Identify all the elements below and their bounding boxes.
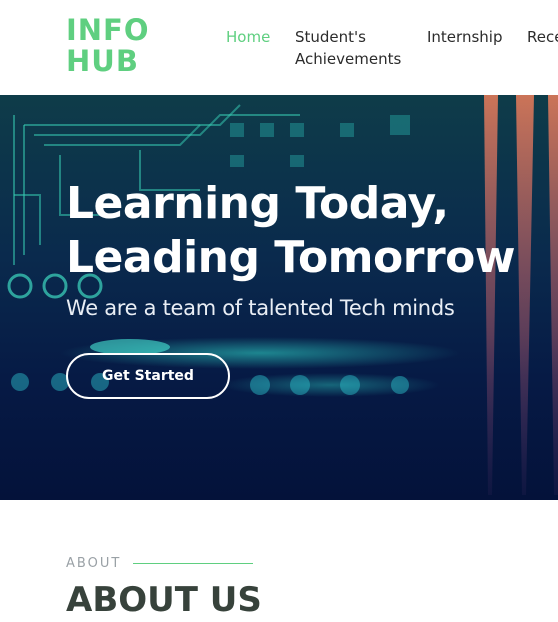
nav-students-achievements-line-1: Student's	[295, 28, 366, 46]
get-started-button[interactable]: Get Started	[66, 353, 230, 399]
nav-students-achievements-line-2: Achievements	[295, 50, 402, 68]
about-title: ABOUT US	[66, 580, 262, 620]
nav-students-achievements[interactable]: Student's Achievements	[295, 26, 401, 70]
hero-title-line-2: Leading Tomorrow	[66, 232, 516, 283]
nav-internship[interactable]: Internship	[427, 26, 502, 48]
nav-recent[interactable]: Rece	[527, 26, 558, 48]
site-header: INFO HUB Home Student's Achievements Int…	[0, 0, 558, 95]
about-section-label: ABOUT	[66, 556, 122, 571]
hero-title-line-1: Learning Today,	[66, 178, 449, 229]
nav-home[interactable]: Home	[226, 26, 270, 48]
about-divider	[133, 563, 253, 564]
hero-title: Learning Today, Leading Tomorrow	[66, 177, 516, 285]
hero-subtitle: We are a team of talented Tech minds	[66, 296, 455, 320]
hero-section: Learning Today, Leading Tomorrow We are …	[0, 95, 558, 500]
main-nav: Home Student's Achievements Internship R…	[0, 26, 558, 76]
